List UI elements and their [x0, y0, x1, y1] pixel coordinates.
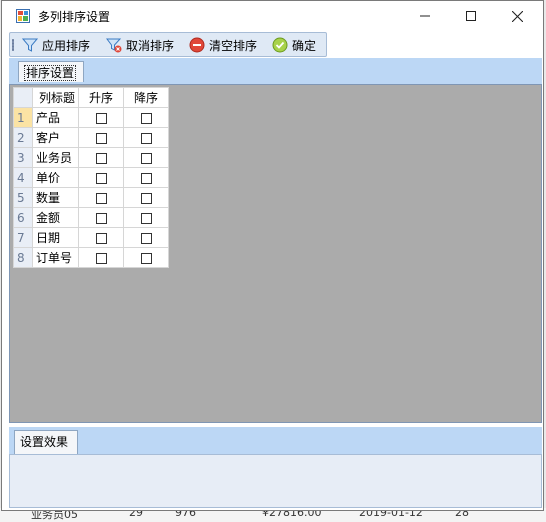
minimize-icon	[420, 15, 430, 17]
ascending-checkbox[interactable]	[95, 112, 107, 124]
tab-settings-effect-label: 设置效果	[20, 435, 69, 449]
tab-sort-settings[interactable]: 排序设置	[18, 61, 84, 82]
column-title-cell[interactable]: 金额	[32, 207, 79, 228]
tab-sort-settings-label: 排序设置	[24, 65, 77, 81]
ascending-checkbox[interactable]	[95, 152, 107, 164]
column-title-cell[interactable]: 单价	[32, 167, 79, 188]
column-title-cell[interactable]: 数量	[32, 187, 79, 208]
descending-checkbox[interactable]	[140, 232, 152, 244]
ascending-checkbox[interactable]	[95, 212, 107, 224]
table-row: 8 订单号	[13, 247, 169, 268]
ascending-cell	[78, 247, 124, 268]
toolbar-grip[interactable]	[12, 39, 14, 51]
descending-checkbox[interactable]	[140, 152, 152, 164]
row-header[interactable]: 5	[13, 187, 33, 208]
ascending-checkbox[interactable]	[95, 192, 107, 204]
descending-cell	[123, 227, 169, 248]
row-header[interactable]: 8	[13, 247, 33, 268]
ascending-cell	[78, 167, 124, 188]
ascending-checkbox[interactable]	[95, 252, 107, 264]
close-button[interactable]	[494, 1, 540, 31]
ascending-cell	[78, 207, 124, 228]
descending-cell	[123, 127, 169, 148]
minimize-button[interactable]	[402, 1, 448, 31]
row-header[interactable]: 6	[13, 207, 33, 228]
cancel-sort-button[interactable]: 取消排序	[106, 35, 174, 55]
row-header[interactable]: 4	[13, 167, 33, 188]
tab-settings-effect[interactable]: 设置效果	[14, 430, 78, 454]
ascending-checkbox[interactable]	[95, 132, 107, 144]
ascending-cell	[78, 227, 124, 248]
top-tab-strip: 排序设置	[9, 58, 542, 84]
ascending-checkbox[interactable]	[95, 172, 107, 184]
ascending-cell	[78, 107, 124, 128]
toolbar: 应用排序 取消排序 清空排序 确定	[9, 32, 327, 57]
maximize-icon	[466, 11, 476, 21]
descending-checkbox[interactable]	[140, 192, 152, 204]
maximize-button[interactable]	[448, 1, 494, 31]
table-row: 1 产品	[13, 107, 169, 128]
descending-cell	[123, 247, 169, 268]
column-header-descending[interactable]: 降序	[123, 87, 169, 108]
filter-icon	[22, 38, 38, 52]
descending-checkbox[interactable]	[140, 172, 152, 184]
column-title-cell[interactable]: 日期	[32, 227, 79, 248]
descending-checkbox[interactable]	[140, 212, 152, 224]
row-header[interactable]: 2	[13, 127, 33, 148]
ascending-cell	[78, 127, 124, 148]
table-row: 7 日期	[13, 227, 169, 248]
confirm-button[interactable]: 确定	[272, 35, 316, 55]
apply-sort-label: 应用排序	[42, 38, 91, 53]
check-icon	[272, 37, 288, 53]
table-row: 5 数量	[13, 187, 169, 208]
column-title-cell[interactable]: 订单号	[32, 247, 79, 268]
column-title-cell[interactable]: 客户	[32, 127, 79, 148]
row-header[interactable]: 3	[13, 147, 33, 168]
sort-column-grid: 列标题 升序 降序 1 产品 2 客户 3 业务员 4 单价 5 数量 6 金额…	[13, 87, 169, 268]
table-row: 4 单价	[13, 167, 169, 188]
row-header[interactable]: 7	[13, 227, 33, 248]
ascending-checkbox[interactable]	[95, 232, 107, 244]
column-header-ascending[interactable]: 升序	[78, 87, 124, 108]
window-title: 多列排序设置	[38, 10, 111, 24]
column-title-cell[interactable]: 业务员	[32, 147, 79, 168]
app-icon	[16, 9, 30, 23]
title-bar[interactable]: 多列排序设置	[2, 1, 543, 31]
clear-icon	[189, 37, 205, 53]
grid-corner[interactable]	[13, 87, 33, 108]
descending-checkbox[interactable]	[140, 112, 152, 124]
close-icon	[511, 10, 523, 22]
sort-grid-panel: 列标题 升序 降序 1 产品 2 客户 3 业务员 4 单价 5 数量 6 金额…	[9, 84, 542, 423]
confirm-label: 确定	[292, 38, 317, 53]
grid-header-row: 列标题 升序 降序	[13, 87, 169, 108]
clear-sort-button[interactable]: 清空排序	[189, 35, 257, 55]
descending-cell	[123, 147, 169, 168]
apply-sort-button[interactable]: 应用排序	[22, 35, 90, 55]
filter-remove-icon	[106, 38, 122, 53]
descending-checkbox[interactable]	[140, 252, 152, 264]
ascending-cell	[78, 147, 124, 168]
ascending-cell	[78, 187, 124, 208]
table-row: 2 客户	[13, 127, 169, 148]
column-title-cell[interactable]: 产品	[32, 107, 79, 128]
bottom-tab-strip: 设置效果	[9, 427, 542, 454]
table-row: 3 业务员	[13, 147, 169, 168]
clear-sort-label: 清空排序	[209, 38, 258, 53]
row-header[interactable]: 1	[13, 107, 33, 128]
descending-checkbox[interactable]	[140, 132, 152, 144]
descending-cell	[123, 187, 169, 208]
descending-cell	[123, 107, 169, 128]
settings-effect-panel	[9, 454, 542, 508]
descending-cell	[123, 167, 169, 188]
sort-settings-dialog: 多列排序设置 应用排序 取消排序 清空排序 确定 排序设置 列标题 升序 降序 …	[1, 0, 544, 511]
descending-cell	[123, 207, 169, 228]
cancel-sort-label: 取消排序	[126, 38, 175, 53]
table-row: 6 金额	[13, 207, 169, 228]
column-header-title[interactable]: 列标题	[32, 87, 79, 108]
